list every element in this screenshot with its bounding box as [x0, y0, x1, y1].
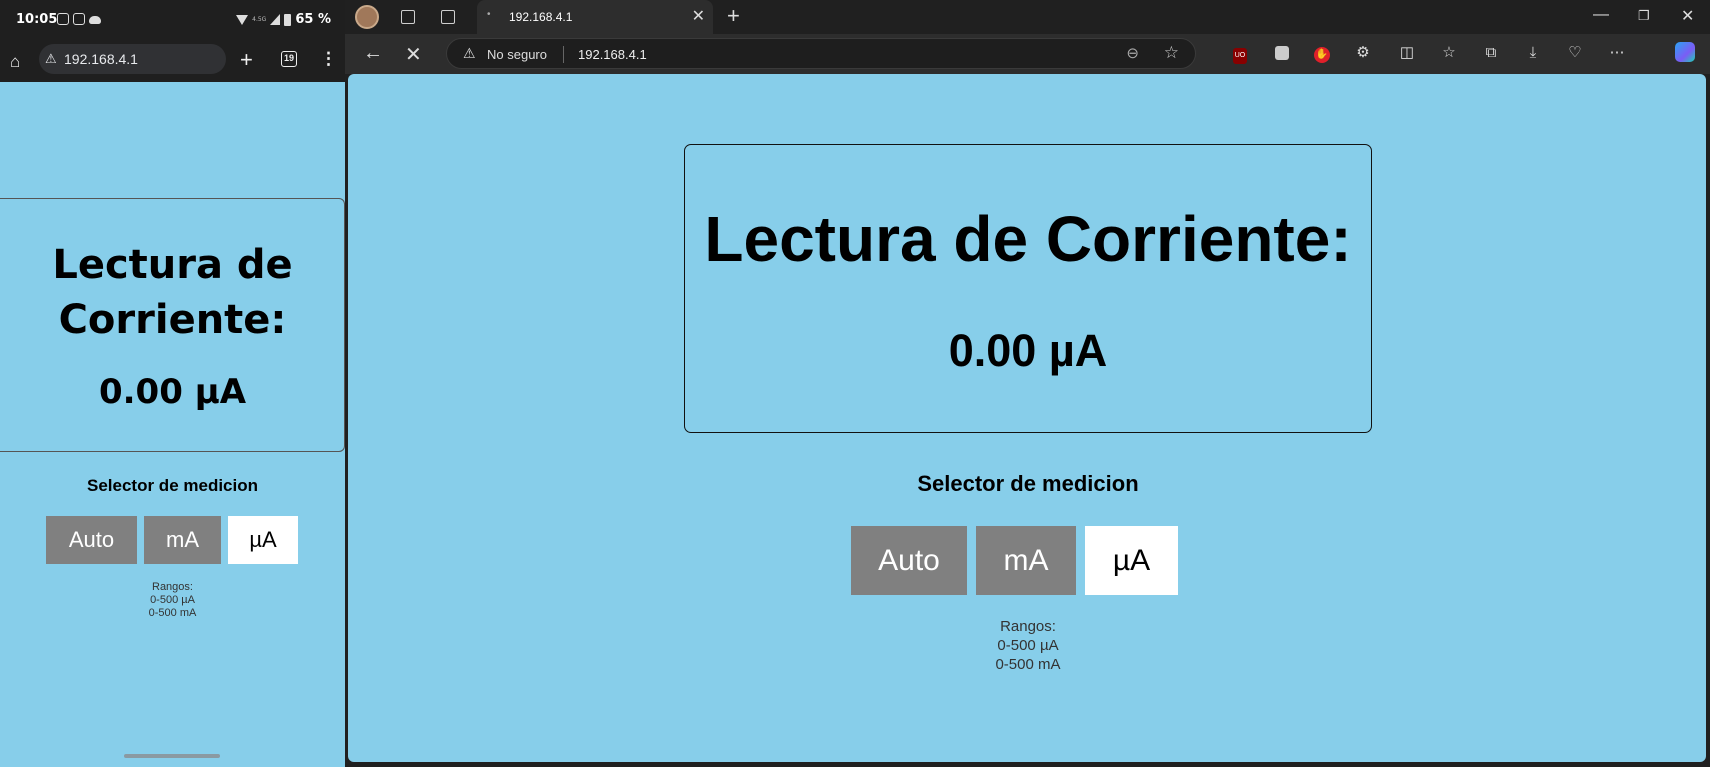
reading-card	[684, 144, 1372, 433]
profile-avatar[interactable]	[355, 5, 379, 29]
tab-strip: • 192.168.4.1 ✕ + — ❐ ✕	[345, 0, 1710, 34]
close-tab-icon[interactable]: ✕	[692, 6, 705, 26]
notification-icons	[57, 13, 101, 25]
copilot-icon[interactable]	[1675, 42, 1695, 62]
cloud-icon	[89, 16, 101, 24]
range-ma: 0-500 mA	[148, 607, 197, 619]
stop-hand-extension-icon[interactable]: ✋	[1314, 47, 1330, 63]
warning-icon: ⚠	[45, 51, 57, 66]
security-label[interactable]: No seguro	[487, 47, 547, 62]
status-time: 10:05	[16, 12, 58, 27]
network-tag: 4.5G	[252, 16, 267, 23]
ranges-title: Rangos:	[1000, 618, 1056, 635]
plus-icon[interactable]: +	[240, 47, 253, 73]
signal-icon	[270, 14, 281, 25]
phone-reading-value: 0.00 µA	[98, 372, 247, 412]
selector-label: Selector de medicion	[917, 471, 1139, 496]
new-tab-plus-icon[interactable]: +	[727, 3, 740, 29]
phone-status-bar: 10:05 4.5G 65 %	[0, 0, 345, 40]
reading-heading: Lectura de Corriente:	[704, 203, 1352, 275]
loading-favicon-icon: •	[487, 9, 491, 20]
phone-url-bar[interactable]: ⚠ 192.168.4.1	[39, 44, 226, 74]
phone-ranges: Rangos: 0-500 µA 0-500 mA	[0, 581, 345, 620]
back-icon[interactable]: ←	[363, 42, 383, 65]
phone-ma-button[interactable]: mA	[144, 516, 221, 564]
mail-icon	[73, 13, 85, 25]
battery-icon	[284, 13, 292, 26]
ranges-title: Rangos:	[152, 581, 193, 593]
phone-ua-button[interactable]: µA	[228, 516, 298, 564]
downloads-icon[interactable]: ⤓	[1523, 43, 1543, 63]
minimize-icon[interactable]: —	[1593, 6, 1609, 24]
gesture-handle[interactable]	[124, 754, 220, 758]
battery-percent: 65 %	[295, 12, 331, 27]
range-ua: 0-500 µA	[150, 594, 195, 606]
browser-essentials-icon[interactable]: ♡	[1565, 43, 1585, 63]
zoom-out-icon[interactable]: ⊖	[1126, 44, 1139, 62]
reading-value: 0.00 µA	[948, 325, 1108, 376]
phone-browser-toolbar: ⌂ ⚠ 192.168.4.1 + 19 ⋮	[0, 40, 345, 82]
ranges: Rangos: 0-500 µA 0-500 mA	[684, 617, 1372, 674]
range-ua: 0-500 µA	[997, 637, 1059, 654]
home-icon[interactable]: ⌂	[10, 52, 20, 72]
phone-screen: 10:05 4.5G 65 % ⌂ ⚠ 192.168.4.1 + 19 ⋮ L…	[0, 0, 345, 767]
omnibox[interactable]: ⚠ No seguro 192.168.4.1 ⊖ ☆	[446, 38, 1196, 69]
auto-button[interactable]: Auto	[851, 526, 967, 595]
phone-url-text: 192.168.4.1	[64, 51, 138, 67]
settings-more-icon[interactable]: ⋯	[1607, 43, 1627, 63]
stop-icon[interactable]: ✕	[405, 42, 422, 67]
phone-selector-label: Selector de medicion	[87, 476, 258, 495]
url-text[interactable]: 192.168.4.1	[578, 47, 647, 62]
omnibox-separator	[563, 46, 564, 63]
screenshot-root: 10:05 4.5G 65 % ⌂ ⚠ 192.168.4.1 + 19 ⋮ L…	[0, 0, 1710, 767]
wifi-icon	[236, 14, 249, 25]
workspaces-icon[interactable]	[401, 10, 415, 24]
ua-button[interactable]: µA	[1085, 526, 1178, 595]
collections-icon[interactable]: ⧉	[1481, 43, 1501, 63]
star-icon[interactable]: ☆	[1164, 43, 1179, 63]
range-ma: 0-500 mA	[995, 656, 1061, 673]
close-window-icon[interactable]: ✕	[1681, 6, 1694, 26]
address-toolbar: ← ✕ ⚠ No seguro 192.168.4.1 ⊖ ☆ UO ✋ ⚙ ◫…	[345, 34, 1710, 74]
whatsapp-icon	[57, 13, 69, 25]
more-icon[interactable]: ⋮	[320, 49, 337, 69]
tab-title: 192.168.4.1	[509, 10, 573, 24]
split-screen-icon[interactable]: ◫	[1397, 43, 1417, 63]
favorites-icon[interactable]: ☆	[1439, 43, 1459, 63]
warning-icon[interactable]: ⚠	[463, 45, 476, 62]
extension-icon[interactable]	[1275, 46, 1289, 60]
extensions-puzzle-icon[interactable]: ⚙	[1353, 43, 1373, 63]
status-right: 4.5G 65 %	[236, 12, 331, 27]
desktop-browser: • 192.168.4.1 ✕ + — ❐ ✕ ← ✕ ⚠ No seguro …	[345, 0, 1710, 767]
phone-reading-heading: Lectura de Corriente:	[52, 242, 293, 343]
tabs-icon[interactable]: 19	[281, 51, 297, 67]
tab-actions-icon[interactable]	[441, 10, 455, 24]
phone-auto-button[interactable]: Auto	[46, 516, 137, 564]
ma-button[interactable]: mA	[976, 526, 1076, 595]
page-viewport: Lectura de Corriente: 0.00 µA Selector d…	[348, 74, 1706, 762]
ublock-icon[interactable]: UO	[1233, 48, 1247, 64]
tab-active[interactable]: • 192.168.4.1 ✕	[477, 0, 713, 34]
restore-icon[interactable]: ❐	[1638, 8, 1650, 24]
